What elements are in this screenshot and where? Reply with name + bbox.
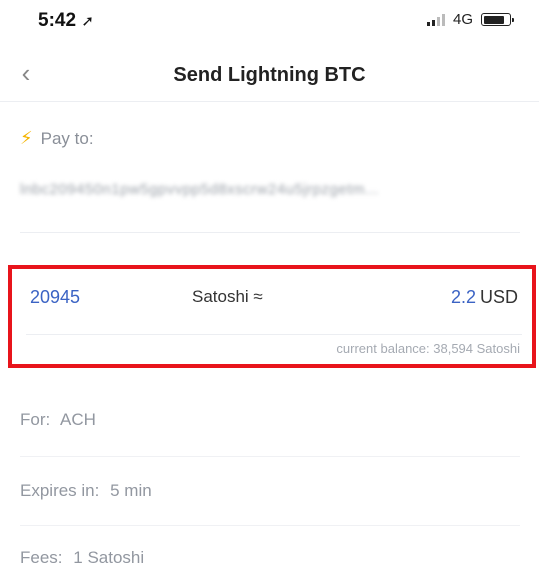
location-arrow-icon: ➚ (81, 13, 94, 30)
expires-value: 5 min (110, 481, 152, 500)
status-bar: 5:42 ➚ 4G (0, 0, 539, 40)
amount-divider (26, 334, 522, 335)
invoice-address: lnbc209450n1pw5gpvvpp5d8xscrw24u5jrpzget… (20, 181, 379, 198)
amount-section: 20945 Satoshi ≈ 2.2 USD current balance: … (8, 265, 536, 368)
divider (20, 525, 520, 526)
network-type: 4G (452, 11, 473, 28)
amount-input[interactable]: 20945 (30, 287, 80, 308)
amount-row: 20945 Satoshi ≈ 2.2 USD (30, 287, 518, 311)
for-row: For: ACH (20, 410, 96, 430)
status-time: 5:42 ➚ (38, 10, 94, 31)
fees-label: Fees: (20, 548, 63, 567)
battery-icon (481, 13, 514, 26)
divider (20, 456, 520, 457)
current-balance: current balance: 38,594 Satoshi (336, 341, 520, 356)
fees-value: 1 Satoshi (73, 548, 145, 567)
unit-label: Satoshi ≈ (192, 287, 263, 306)
navigation-bar: ‹ Send Lightning BTC (0, 48, 539, 102)
for-label: For: (20, 410, 51, 429)
expires-row: Expires in: 5 min (20, 481, 152, 501)
pay-to-label: ⚡ Pay to: (20, 128, 520, 149)
fiat-value: 2.2 (450, 287, 476, 307)
fiat-equivalent: 2.2 USD (451, 287, 518, 308)
lightning-bolt-icon: ⚡ (20, 128, 33, 148)
pay-to-text: Pay to: (40, 128, 94, 148)
page-title: Send Lightning BTC (173, 64, 366, 86)
fiat-unit: USD (479, 287, 518, 307)
for-value: ACH (60, 410, 96, 429)
signal-icon (426, 13, 445, 26)
fees-row: Fees: 1 Satoshi (20, 548, 144, 568)
status-indicators: 4G (426, 11, 514, 28)
expires-label: Expires in: (20, 481, 100, 500)
divider (20, 232, 520, 233)
pay-to-section: ⚡ Pay to: lnbc209450n1pw5gpvvpp5d8xscrw2… (20, 128, 520, 198)
